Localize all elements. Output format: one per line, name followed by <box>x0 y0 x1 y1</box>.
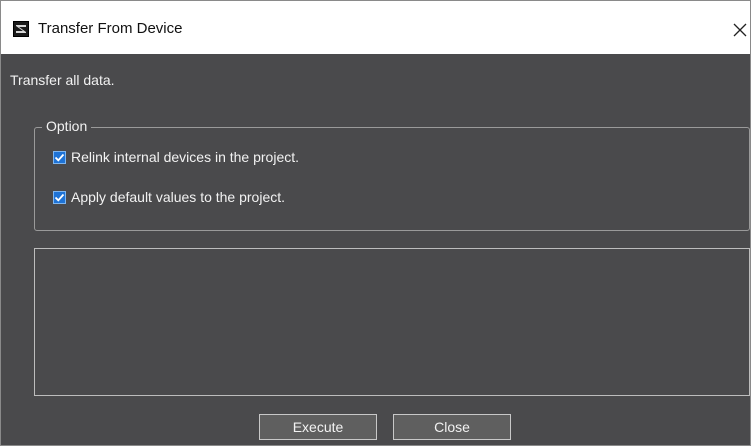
title-bar[interactable]: Transfer From Device <box>1 1 750 54</box>
close-icon[interactable] <box>726 12 750 48</box>
relink-devices-option[interactable]: Relink internal devices in the project. <box>53 148 299 166</box>
relink-devices-checkbox[interactable] <box>53 150 66 164</box>
apply-defaults-checkbox[interactable] <box>53 190 66 204</box>
option-group-label: Option <box>42 117 92 135</box>
execute-button[interactable]: Execute <box>259 414 377 440</box>
option-groupbox <box>34 127 750 231</box>
application-icon <box>13 21 29 37</box>
apply-defaults-label: Apply default values to the project. <box>71 189 286 205</box>
transfer-log-area[interactable] <box>34 248 750 396</box>
dialog-title: Transfer From Device <box>38 20 183 37</box>
apply-defaults-option[interactable]: Apply default values to the project. <box>53 188 285 206</box>
transfer-dialog: Transfer From Device Transfer all data. … <box>0 0 751 446</box>
description-text: Transfer all data. <box>10 72 115 88</box>
relink-devices-label: Relink internal devices in the project. <box>71 149 300 165</box>
close-button[interactable]: Close <box>393 414 511 440</box>
